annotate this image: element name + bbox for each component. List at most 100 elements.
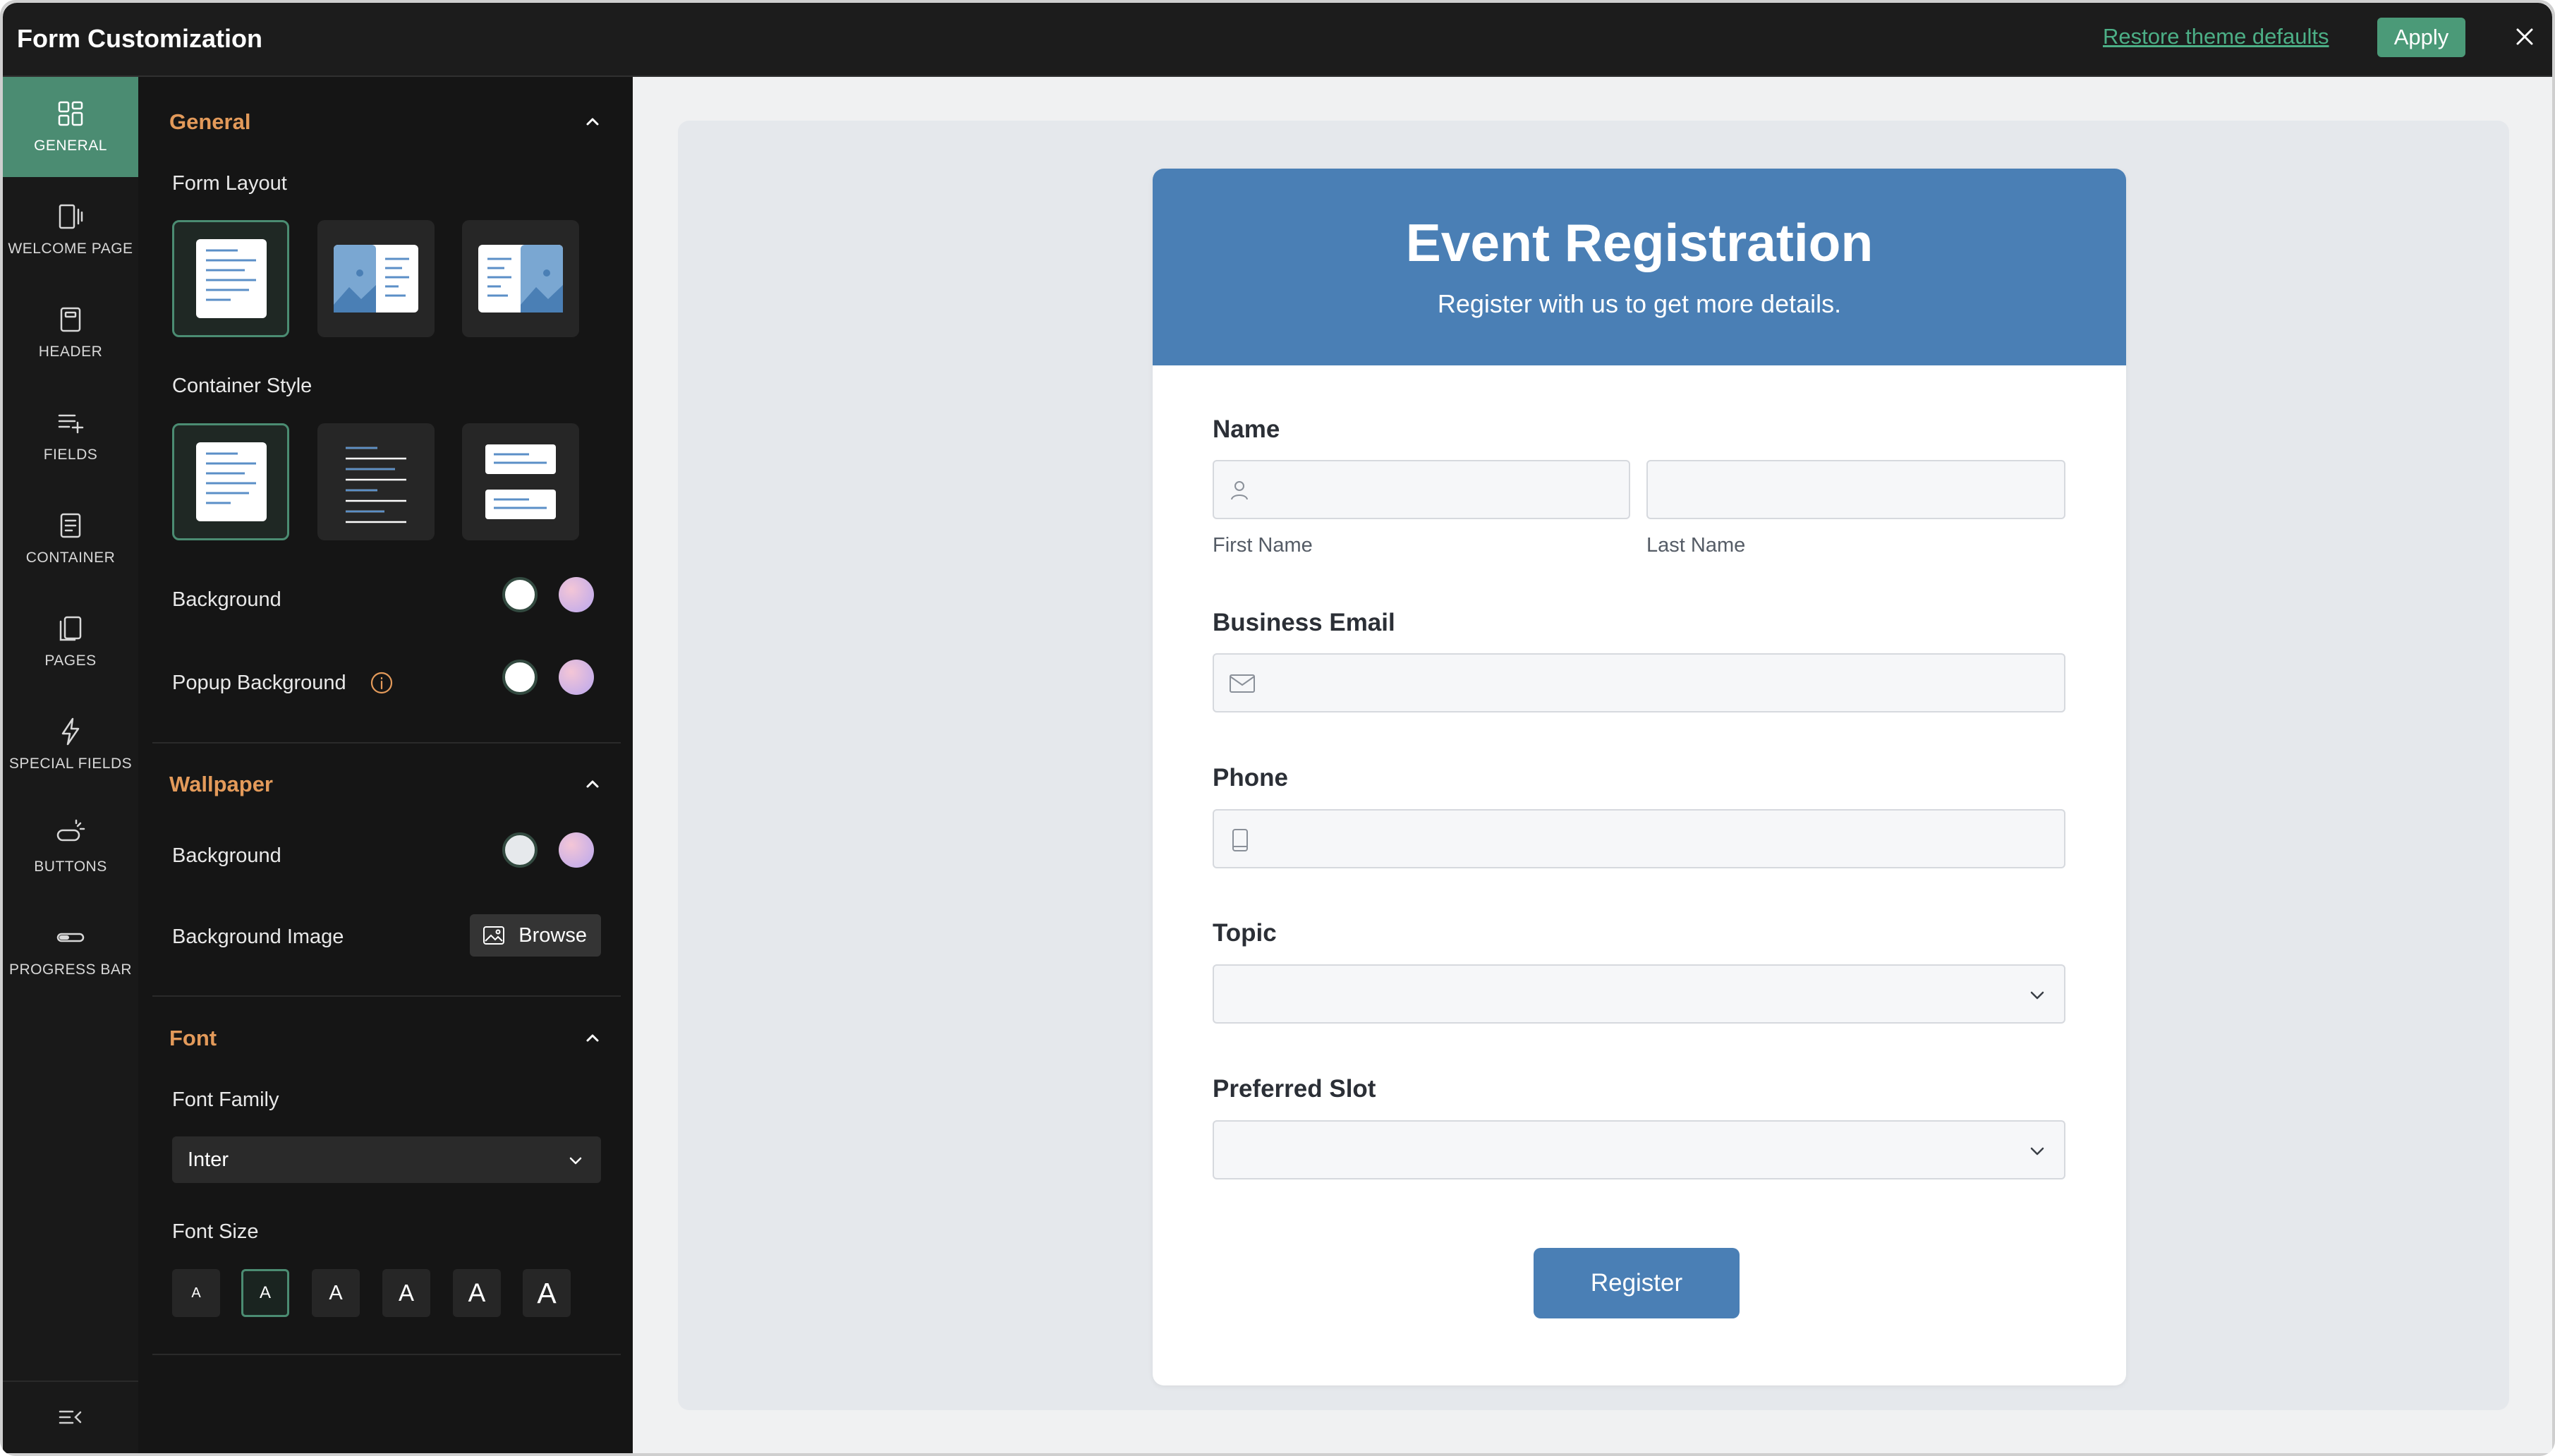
popup-background-label: Popup Background bbox=[172, 672, 346, 694]
person-icon bbox=[1231, 481, 1248, 500]
pages-icon bbox=[54, 612, 87, 645]
general-section-heading[interactable]: General bbox=[169, 109, 250, 135]
phone-icon bbox=[1232, 829, 1248, 851]
font-size-option[interactable]: A bbox=[172, 1269, 220, 1317]
rail-item-general[interactable]: GENERAL bbox=[3, 77, 138, 177]
register-button[interactable]: Register bbox=[1534, 1248, 1740, 1318]
rail-item-label: PROGRESS BAR bbox=[8, 961, 133, 978]
rail-item-buttons[interactable]: BUTTONS bbox=[3, 798, 138, 898]
font-family-value: Inter bbox=[188, 1148, 229, 1171]
wallpaper-section-heading[interactable]: Wallpaper bbox=[169, 772, 273, 797]
rail-item-progress-bar[interactable]: PROGRESS BAR bbox=[3, 901, 138, 1001]
font-size-option[interactable]: A bbox=[312, 1269, 360, 1317]
wallpaper-canvas: Event Registration Register with us to g… bbox=[678, 121, 2509, 1410]
popup-background-solid-swatch[interactable] bbox=[502, 660, 538, 695]
container-style-label: Container Style bbox=[172, 375, 312, 397]
business-email-input[interactable] bbox=[1213, 653, 2065, 712]
font-size-label: Font Size bbox=[172, 1220, 259, 1243]
phone-input[interactable] bbox=[1213, 809, 2065, 868]
button-click-icon bbox=[54, 818, 87, 851]
browse-label: Browse bbox=[518, 923, 587, 947]
chevron-down-icon bbox=[569, 1157, 582, 1165]
rail-item-label: HEADER bbox=[38, 344, 103, 360]
container-icon bbox=[54, 509, 87, 542]
font-size-option[interactable]: A bbox=[453, 1269, 501, 1317]
topic-label: Topic bbox=[1213, 919, 1277, 947]
lightning-icon bbox=[54, 715, 87, 748]
rail-item-label: WELCOME PAGE bbox=[8, 241, 133, 257]
background-gradient-swatch[interactable] bbox=[559, 577, 594, 612]
rail-item-label: GENERAL bbox=[34, 138, 107, 154]
sidebar-footer-divider bbox=[3, 1381, 138, 1382]
apply-button[interactable]: Apply bbox=[2377, 18, 2465, 57]
chevron-up-icon[interactable] bbox=[581, 772, 604, 795]
window-title: Form Customization bbox=[17, 24, 262, 53]
welcome-page-icon bbox=[54, 200, 87, 233]
background-solid-swatch[interactable] bbox=[502, 577, 538, 612]
business-email-label: Business Email bbox=[1213, 609, 1395, 636]
phone-label: Phone bbox=[1213, 764, 1288, 791]
last-name-input[interactable] bbox=[1646, 460, 2065, 519]
topic-select[interactable] bbox=[1213, 964, 2065, 1024]
background-label: Background bbox=[172, 588, 281, 611]
wallpaper-solid-swatch[interactable] bbox=[502, 832, 538, 868]
form-layout-option-single[interactable] bbox=[172, 220, 289, 337]
preferred-slot-label: Preferred Slot bbox=[1213, 1075, 1376, 1103]
form-subtitle: Register with us to get more details. bbox=[1437, 289, 1842, 318]
font-family-select[interactable]: Inter bbox=[172, 1136, 601, 1183]
chevron-up-icon[interactable] bbox=[581, 110, 604, 133]
browse-button[interactable]: Browse bbox=[470, 914, 601, 957]
first-name-input[interactable] bbox=[1213, 460, 1630, 519]
section-divider bbox=[152, 742, 621, 744]
rail-item-special-fields[interactable]: SPECIAL FIELDS bbox=[3, 695, 138, 795]
rail-item-fields[interactable]: FIELDS bbox=[3, 386, 138, 486]
section-divider bbox=[152, 995, 621, 997]
fields-icon bbox=[54, 406, 87, 439]
collapse-sidebar-icon[interactable] bbox=[56, 1403, 85, 1431]
settings-panel: General Form Layout Container Style Back… bbox=[138, 77, 633, 1453]
restore-theme-defaults-link[interactable]: Restore theme defaults bbox=[2103, 24, 2329, 49]
rail-item-label: BUTTONS bbox=[34, 859, 107, 875]
rail-item-welcome-page[interactable]: WELCOME PAGE bbox=[3, 180, 138, 280]
form-title: Event Registration bbox=[1405, 213, 1874, 272]
form-header: Event Registration Register with us to g… bbox=[1153, 169, 2126, 365]
chevron-down-icon bbox=[2030, 991, 2044, 1000]
background-image-label: Background Image bbox=[172, 926, 344, 948]
font-size-option[interactable]: A bbox=[241, 1269, 289, 1317]
font-section-heading[interactable]: Font bbox=[169, 1026, 217, 1051]
name-label: Name bbox=[1213, 415, 1280, 443]
container-style-option-sections[interactable] bbox=[462, 423, 579, 540]
rail-item-container[interactable]: CONTAINER bbox=[3, 489, 138, 589]
container-style-option-card[interactable] bbox=[172, 423, 289, 540]
form-layout-label: Form Layout bbox=[172, 172, 287, 195]
chevron-down-icon bbox=[2030, 1147, 2044, 1155]
rail-item-label: SPECIAL FIELDS bbox=[8, 756, 133, 772]
info-icon[interactable] bbox=[370, 671, 394, 695]
first-name-sublabel: First Name bbox=[1213, 534, 1313, 557]
wallpaper-gradient-swatch[interactable] bbox=[559, 832, 594, 868]
title-bar: Form Customization Restore theme default… bbox=[3, 3, 2552, 77]
image-icon bbox=[483, 926, 504, 945]
mail-icon bbox=[1230, 674, 1255, 693]
wallpaper-background-label: Background bbox=[172, 844, 281, 867]
rail-item-pages[interactable]: PAGES bbox=[3, 592, 138, 692]
popup-background-gradient-swatch[interactable] bbox=[559, 660, 594, 695]
rail-item-label: CONTAINER bbox=[25, 550, 116, 566]
font-size-option[interactable]: A bbox=[382, 1269, 430, 1317]
form-layout-option-image-right[interactable] bbox=[462, 220, 579, 337]
grid-icon bbox=[54, 97, 87, 131]
close-icon[interactable] bbox=[2511, 23, 2539, 51]
last-name-sublabel: Last Name bbox=[1646, 534, 1746, 557]
form-card: Event Registration Register with us to g… bbox=[1153, 169, 2126, 1385]
progress-bar-icon bbox=[54, 921, 87, 954]
preferred-slot-select[interactable] bbox=[1213, 1120, 2065, 1179]
form-layout-option-image-left[interactable] bbox=[317, 220, 435, 337]
rail-item-header[interactable]: HEADER bbox=[3, 283, 138, 383]
rail-item-label: PAGES bbox=[44, 653, 97, 669]
font-size-option[interactable]: A bbox=[523, 1269, 571, 1317]
section-divider bbox=[152, 1354, 621, 1355]
container-style-option-plain[interactable] bbox=[317, 423, 435, 540]
rail-item-label: FIELDS bbox=[43, 447, 98, 463]
chevron-up-icon[interactable] bbox=[581, 1026, 604, 1049]
customization-sidebar: GENERAL WELCOME PAGE HEADER FIELDS CONTA… bbox=[3, 77, 138, 1453]
